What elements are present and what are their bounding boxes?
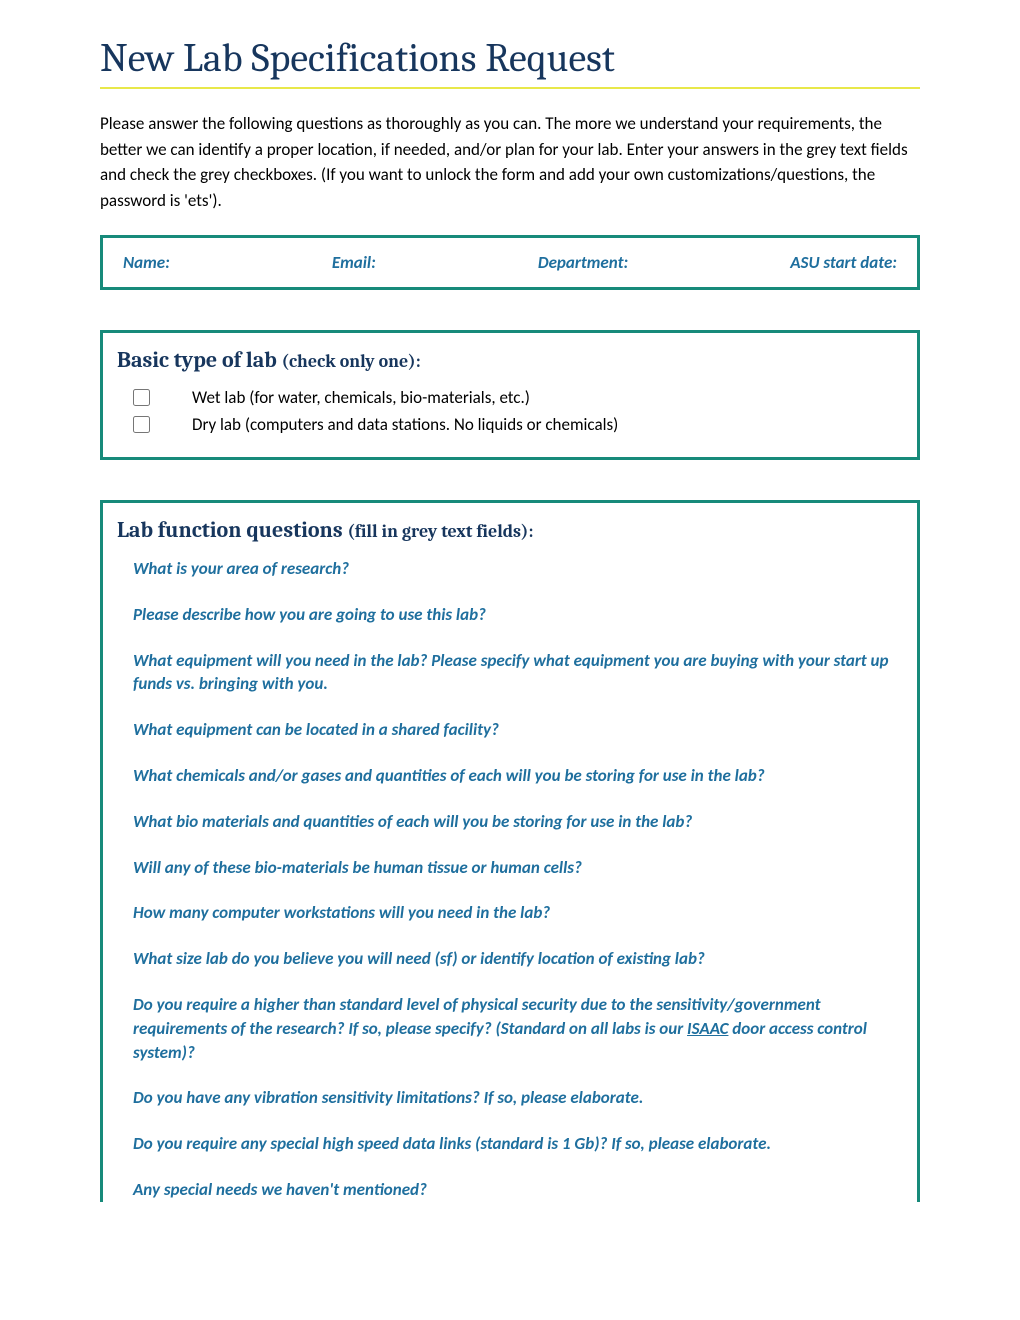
lab-function-heading-main: Lab function questions	[117, 517, 347, 543]
question-workstations: How many computer workstations will you …	[133, 901, 903, 925]
lab-type-heading: Basic type of lab (check only one):	[117, 347, 903, 373]
title-underline	[100, 87, 920, 89]
lab-function-heading-sub: (fill in grey text fields):	[347, 521, 533, 542]
identity-panel: Name: Email: Department: ASU start date:	[100, 235, 920, 290]
lab-type-heading-sub: (check only one):	[282, 351, 421, 372]
lab-type-heading-main: Basic type of lab	[117, 347, 282, 373]
question-biomaterials: What bio materials and quantities of eac…	[133, 810, 903, 834]
question-data-links: Do you require any special high speed da…	[133, 1132, 903, 1156]
wet-lab-label: Wet lab (for water, chemicals, bio-mater…	[192, 387, 530, 408]
wet-lab-checkbox[interactable]	[133, 389, 150, 406]
dry-lab-label: Dry lab (computers and data stations. No…	[192, 414, 618, 435]
question-security: Do you require a higher than standard le…	[133, 993, 903, 1064]
start-date-label: ASU start date:	[790, 252, 897, 273]
name-label: Name:	[123, 252, 170, 273]
question-lab-use: Please describe how you are going to use…	[133, 603, 903, 627]
question-human-tissue: Will any of these bio-materials be human…	[133, 856, 903, 880]
department-label: Department:	[538, 252, 628, 273]
question-shared-equipment: What equipment can be located in a share…	[133, 718, 903, 742]
question-lab-size: What size lab do you believe you will ne…	[133, 947, 903, 971]
lab-function-heading: Lab function questions (fill in grey tex…	[117, 517, 903, 543]
intro-paragraph: Please answer the following questions as…	[100, 111, 920, 213]
lab-function-panel: Lab function questions (fill in grey tex…	[100, 500, 920, 1202]
question-chemicals: What chemicals and/or gases and quantiti…	[133, 764, 903, 788]
lab-type-option-dry: Dry lab (computers and data stations. No…	[133, 414, 903, 435]
email-label: Email:	[332, 252, 376, 273]
lab-type-option-wet: Wet lab (for water, chemicals, bio-mater…	[133, 387, 903, 408]
question-special-needs: Any special needs we haven't mentioned?	[133, 1178, 903, 1202]
page-title: New Lab Specifications Request	[100, 35, 920, 81]
isaac-link[interactable]: ISAAC	[687, 1018, 728, 1039]
question-equipment-need: What equipment will you need in the lab?…	[133, 649, 903, 697]
question-vibration: Do you have any vibration sensitivity li…	[133, 1086, 903, 1110]
dry-lab-checkbox[interactable]	[133, 416, 150, 433]
question-research-area: What is your area of research?	[133, 557, 903, 581]
lab-type-panel: Basic type of lab (check only one): Wet …	[100, 330, 920, 460]
